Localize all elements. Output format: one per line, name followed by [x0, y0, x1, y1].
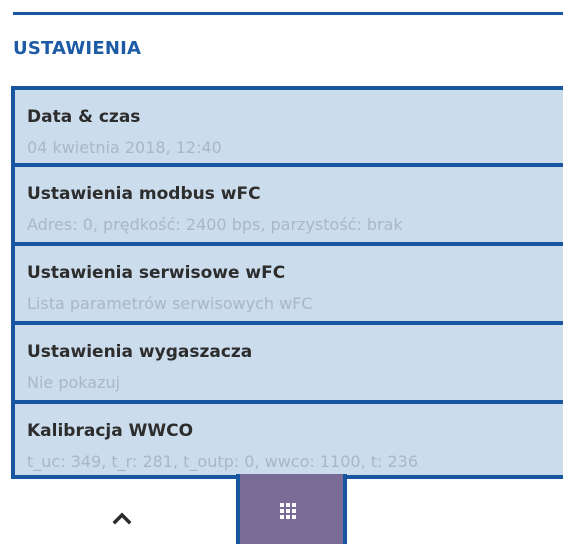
settings-item-title: Kalibracja WWCO	[27, 421, 194, 441]
settings-list: Data & czas 04 kwietnia 2018, 12:40 Usta…	[11, 86, 563, 479]
settings-item-service[interactable]: Ustawienia serwisowe wFC Lista parametró…	[11, 242, 563, 321]
settings-item-title: Ustawienia modbus wFC	[27, 184, 261, 204]
settings-item-title: Ustawienia wygaszacza	[27, 342, 253, 362]
settings-item-title: Data & czas	[27, 107, 141, 127]
settings-item-date-time[interactable]: Data & czas 04 kwietnia 2018, 12:40	[11, 86, 563, 163]
chevron-up-icon	[112, 512, 132, 525]
scroll-up-button[interactable]	[96, 498, 148, 538]
settings-item-subtitle: Lista parametrów serwisowych wFC	[27, 294, 313, 313]
page-title: USTAWIENIA	[13, 38, 142, 59]
settings-item-subtitle: 04 kwietnia 2018, 12:40	[27, 138, 222, 157]
top-divider	[13, 12, 563, 15]
settings-item-subtitle: t_uc: 349, t_r: 281, t_outp: 0, wwco: 11…	[27, 452, 419, 471]
grid-icon	[280, 503, 296, 519]
settings-item-subtitle: Nie pokazuj	[27, 373, 121, 392]
settings-item-modbus[interactable]: Ustawienia modbus wFC Adres: 0, prędkość…	[11, 163, 563, 242]
main-menu-button[interactable]	[236, 474, 347, 544]
settings-item-screensaver[interactable]: Ustawienia wygaszacza Nie pokazuj	[11, 321, 563, 400]
settings-item-subtitle: Adres: 0, prędkość: 2400 bps, parzystość…	[27, 215, 403, 234]
bottom-nav	[0, 474, 563, 544]
settings-item-title: Ustawienia serwisowe wFC	[27, 263, 286, 283]
settings-item-calibration[interactable]: Kalibracja WWCO t_uc: 349, t_r: 281, t_o…	[11, 400, 563, 479]
